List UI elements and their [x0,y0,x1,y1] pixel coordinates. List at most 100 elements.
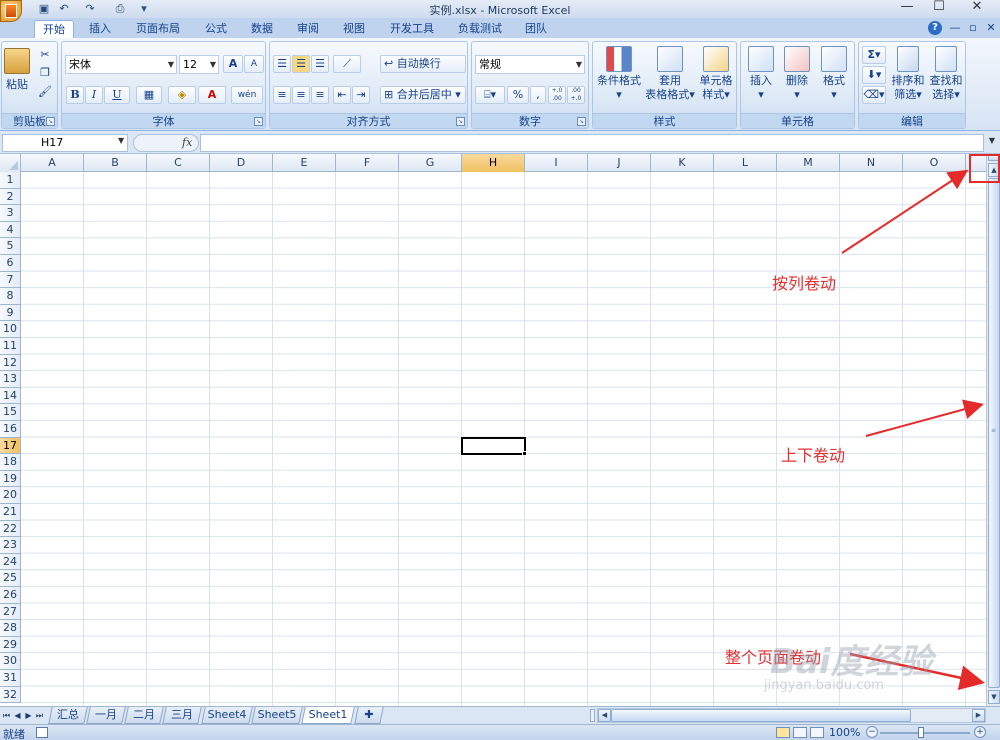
percent-button[interactable]: % [507,86,529,104]
row-header[interactable]: 19 [0,470,21,488]
column-header[interactable]: J [588,154,651,172]
zoom-level[interactable]: 100% [829,726,860,739]
find-select-button[interactable]: 查找和 选择▾ [927,46,965,102]
select-all-corner[interactable] [0,154,21,172]
scroll-left-icon[interactable]: ◀ [598,709,611,722]
font-size-select[interactable]: 12 ▼ [179,55,219,74]
wrap-text-button[interactable]: ↩ 自动换行 [380,55,466,73]
column-header[interactable]: L [714,154,777,172]
number-format-select[interactable]: 常规 ▼ [475,55,585,74]
tab-home[interactable]: 开始 [34,20,74,38]
formula-input[interactable] [200,134,984,152]
format-painter-icon[interactable]: 🖌 [38,85,52,98]
row-header[interactable]: 14 [0,387,21,405]
paste-button[interactable]: 粘贴 [4,48,30,92]
accounting-format-icon[interactable]: ⌸▾ [475,86,505,104]
row-header[interactable]: 20 [0,487,21,504]
italic-button[interactable]: I [85,86,103,104]
column-header[interactable]: B [84,154,147,172]
format-cells-button[interactable]: 格式 ▾ [816,46,852,102]
minimize-button[interactable]: — [892,0,922,16]
row-header[interactable]: 31 [0,670,21,687]
column-header[interactable]: N [840,154,903,172]
clipboard-launcher-icon[interactable]: ↘ [46,117,55,126]
tab-data[interactable]: 数据 [242,20,282,38]
column-header[interactable]: D [210,154,273,172]
zoom-slider-thumb[interactable] [918,727,924,738]
row-header[interactable]: 29 [0,636,21,654]
orientation-icon[interactable]: ⟋ [333,55,361,73]
insert-sheet-icon[interactable]: ✚ [354,707,384,724]
increase-decimal-button[interactable]: +.0 .00 [548,86,566,104]
decrease-decimal-button[interactable]: .00 +.0 [567,86,585,104]
row-header[interactable]: 28 [0,620,21,637]
align-left-icon[interactable]: ≡ [273,86,291,104]
horizontal-scrollbar[interactable]: ◀ ▶ [597,708,986,723]
tab-split-handle[interactable] [590,709,595,722]
vertical-scrollbar[interactable]: ▲ ≡ ▼ [986,154,1000,706]
column-header[interactable]: G [399,154,462,172]
active-cell[interactable] [461,436,526,456]
borders-icon[interactable]: ▦ [136,86,162,104]
column-header[interactable]: K [651,154,714,172]
sort-filter-button[interactable]: 排序和 筛选▾ [889,46,927,102]
office-button[interactable] [0,0,22,22]
format-as-table-button[interactable]: 套用 表格格式▾ [645,46,695,102]
row-header[interactable]: 25 [0,570,21,587]
grow-font-button[interactable]: A [223,55,243,73]
font-launcher-icon[interactable]: ↘ [254,117,263,126]
font-color-icon[interactable]: A [198,86,226,104]
column-header[interactable]: O [903,154,966,172]
row-header[interactable]: 13 [0,371,21,388]
help-icon[interactable]: ? [928,21,942,35]
row-header[interactable]: 8 [0,288,21,305]
tab-review[interactable]: 审阅 [288,20,328,38]
sheet-tab-march[interactable]: 三月 [162,707,202,724]
autosum-button[interactable]: Σ▾ [862,46,886,64]
tab-formulas[interactable]: 公式 [196,20,236,38]
row-header[interactable]: 4 [0,221,21,239]
restore-button[interactable]: ☐ [924,0,954,16]
tab-team[interactable]: 团队 [516,20,556,38]
column-header[interactable]: A [21,154,84,172]
decrease-indent-icon[interactable]: ⇤ [333,86,351,104]
row-header[interactable]: 11 [0,338,21,355]
macro-record-icon[interactable] [36,727,48,738]
bold-button[interactable]: B [66,86,84,104]
align-middle-icon[interactable]: ☰ [292,55,310,73]
clear-icon[interactable]: ⌫▾ [862,86,886,104]
conditional-format-button[interactable]: 条件格式 ▾ [595,46,643,102]
merge-center-button[interactable]: ⊞ 合并后居中 ▾ [380,86,466,104]
tab-load-test[interactable]: 负载测试 [450,20,510,38]
row-header[interactable]: 30 [0,653,21,670]
next-sheet-icon[interactable]: ▶ [23,709,34,722]
first-sheet-icon[interactable]: ⏮ [1,709,12,722]
sheet-tab-sheet5[interactable]: Sheet5 [251,707,303,724]
row-header[interactable]: 26 [0,587,21,604]
align-center-icon[interactable]: ≡ [292,86,310,104]
sheet-tab-january[interactable]: 一月 [86,707,126,724]
page-break-view-icon[interactable] [810,727,824,738]
sheet-tab-february[interactable]: 二月 [124,707,164,724]
scroll-down-icon[interactable]: ▼ [988,690,1000,704]
workbook-minimize-button[interactable]: — [948,21,962,35]
cell-styles-button[interactable]: 单元格 样式▾ [695,46,737,102]
row-header[interactable]: 9 [0,304,21,322]
scroll-right-icon[interactable]: ▶ [972,709,985,722]
row-header[interactable]: 5 [0,238,21,255]
column-header[interactable]: I [525,154,588,172]
workbook-restore-button[interactable]: ▫ [966,21,980,35]
fill-color-icon[interactable]: ◈ [168,86,196,104]
worksheet-grid[interactable]: ABCDEFGHIJKLMNO 1 2 3 4 5 6 7 8 9 10 11 12 13 14 15 16 1… [0,154,986,706]
row-header[interactable]: 21 [0,504,21,521]
row-header[interactable]: 12 [0,354,21,372]
fill-icon[interactable]: ⬇▾ [862,66,886,84]
tab-developer[interactable]: 开发工具 [382,20,442,38]
fill-handle[interactable] [522,451,527,457]
tab-page-layout[interactable]: 页面布局 [128,20,188,38]
row-header[interactable]: 3 [0,205,21,222]
row-header[interactable]: 24 [0,553,21,571]
row-header[interactable]: 7 [0,271,21,289]
row-header[interactable]: 18 [0,454,21,471]
alignment-launcher-icon[interactable]: ↘ [456,117,465,126]
